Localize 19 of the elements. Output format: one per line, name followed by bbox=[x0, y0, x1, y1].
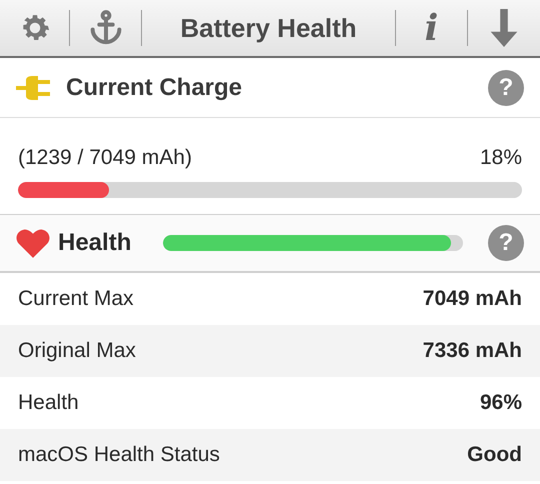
row-value: 7049 mAh bbox=[422, 286, 522, 312]
plug-icon bbox=[16, 76, 52, 100]
row-label: Health bbox=[18, 390, 79, 416]
row-label: Original Max bbox=[18, 338, 136, 364]
help-button[interactable]: ? bbox=[488, 225, 524, 261]
info-button[interactable]: i bbox=[396, 0, 467, 56]
section-title: Current Charge bbox=[66, 72, 242, 102]
row-value: 96% bbox=[480, 390, 522, 416]
window-title: Battery Health bbox=[179, 12, 358, 44]
down-arrow-icon bbox=[490, 9, 518, 47]
help-button[interactable]: ? bbox=[488, 70, 524, 106]
row-label: macOS Health Status bbox=[18, 442, 220, 468]
charge-reading: (1239 / 7049 mAh) bbox=[18, 145, 192, 171]
heart-icon bbox=[16, 228, 50, 258]
row-value: 7336 mAh bbox=[422, 338, 522, 364]
row-label: Current Max bbox=[18, 286, 134, 312]
row-value: Good bbox=[467, 442, 522, 468]
section-title: Health bbox=[58, 228, 132, 258]
charge-percent: 18% bbox=[480, 145, 522, 171]
